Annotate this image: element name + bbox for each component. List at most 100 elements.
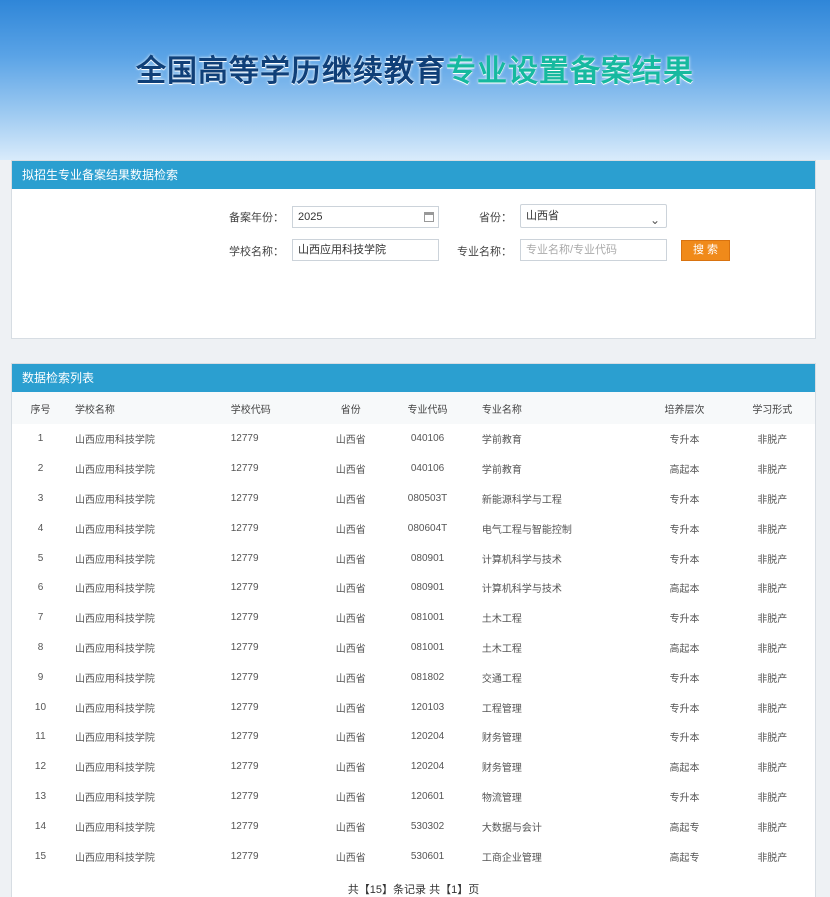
calendar-icon[interactable] bbox=[424, 212, 434, 222]
province-value: 山西省 bbox=[526, 210, 559, 222]
major-name-cell: 学前教育 bbox=[481, 435, 522, 447]
table-row: 2 山西应用科技学院 12779 山西省 040106 学前教育 高起本 非脱产 bbox=[12, 454, 815, 484]
school-code-cell: 12779 bbox=[230, 641, 259, 653]
major-code-cell: 040106 bbox=[410, 433, 445, 445]
hero-banner: 全国高等学历继续教育专业设置备案结果 bbox=[0, 0, 830, 160]
table-row: 15 山西应用科技学院 12779 山西省 530601 工商企业管理 高起专 非脱产 bbox=[12, 841, 815, 871]
column-header: 学校名称 bbox=[74, 404, 115, 416]
province-cell: 山西省 bbox=[335, 524, 366, 536]
school-name-cell: 山西应用科技学院 bbox=[74, 614, 155, 626]
school-name-cell: 山西应用科技学院 bbox=[74, 494, 155, 506]
major-placeholder: 专业名称/专业代码 bbox=[526, 244, 618, 256]
chevron-down-icon: ⌄ bbox=[649, 213, 660, 227]
study-mode-cell: 非脱产 bbox=[757, 643, 788, 655]
school-code-cell: 12779 bbox=[230, 582, 259, 594]
major-name-cell: 计算机科学与技术 bbox=[481, 584, 562, 596]
level-cell: 高起本 bbox=[669, 465, 700, 477]
major-name-cell: 财务管理 bbox=[481, 733, 522, 745]
row-index: 6 bbox=[37, 582, 44, 594]
table-row: 7 山西应用科技学院 12779 山西省 081001 土木工程 专升本 非脱产 bbox=[12, 603, 815, 633]
study-mode-cell: 非脱产 bbox=[757, 435, 788, 447]
province-cell: 山西省 bbox=[335, 435, 366, 447]
level-cell: 专升本 bbox=[669, 703, 700, 715]
school-name-cell: 山西应用科技学院 bbox=[74, 673, 155, 685]
table-row: 5 山西应用科技学院 12779 山西省 080901 计算机科学与技术 专升本 非脱产 bbox=[12, 543, 815, 573]
school-code-cell: 12779 bbox=[230, 433, 259, 445]
column-header: 学习形式 bbox=[752, 404, 793, 416]
row-index: 8 bbox=[37, 641, 44, 653]
search-panel-header: 拟招生专业备案结果数据检索 bbox=[12, 161, 815, 189]
level-cell: 专升本 bbox=[669, 614, 700, 626]
table-row: 12 山西应用科技学院 12779 山西省 120204 财务管理 高起本 非脱产 bbox=[12, 752, 815, 782]
school-name-cell: 山西应用科技学院 bbox=[74, 703, 155, 715]
province-select[interactable]: 山西省 ⌄ bbox=[520, 204, 667, 228]
table-body: 1 山西应用科技学院 12779 山西省 040106 学前教育 专升本 非脱产 2 山西应用科技… bbox=[12, 424, 815, 871]
school-code-cell: 12779 bbox=[230, 492, 259, 504]
major-name-cell: 交通工程 bbox=[481, 673, 522, 685]
school-name-cell: 山西应用科技学院 bbox=[74, 584, 155, 596]
school-name-cell: 山西应用科技学院 bbox=[74, 763, 155, 775]
table-row: 8 山西应用科技学院 12779 山西省 081001 土木工程 高起本 非脱产 bbox=[12, 633, 815, 663]
level-cell: 高起本 bbox=[669, 584, 700, 596]
level-cell: 专升本 bbox=[669, 673, 700, 685]
level-cell: 专升本 bbox=[669, 733, 700, 745]
school-code-cell: 12779 bbox=[230, 552, 259, 564]
table-row: 10 山西应用科技学院 12779 山西省 120103 工程管理 专升本 非脱产 bbox=[12, 692, 815, 722]
province-cell: 山西省 bbox=[335, 643, 366, 655]
table-row: 4 山西应用科技学院 12779 山西省 080604T 电气工程与智能控制 专升本 非脱产 bbox=[12, 513, 815, 543]
study-mode-cell: 非脱产 bbox=[757, 465, 788, 477]
major-name-cell: 新能源科学与工程 bbox=[481, 494, 562, 506]
year-field[interactable]: 2025 bbox=[292, 206, 439, 228]
school-code-cell: 12779 bbox=[230, 790, 259, 802]
school-code-cell: 12779 bbox=[230, 850, 259, 862]
school-code-cell: 12779 bbox=[230, 522, 259, 534]
column-header: 培养层次 bbox=[664, 404, 705, 416]
level-cell: 专升本 bbox=[669, 435, 700, 447]
level-cell: 高起专 bbox=[669, 852, 700, 864]
major-code-cell: 040106 bbox=[410, 463, 445, 475]
table-row: 3 山西应用科技学院 12779 山西省 080503T 新能源科学与工程 专升本 非脱产 bbox=[12, 484, 815, 514]
school-label: 学校名称： bbox=[229, 246, 284, 258]
major-name-cell: 工商企业管理 bbox=[481, 852, 542, 864]
column-header: 专业名称 bbox=[481, 404, 522, 416]
row-index: 10 bbox=[34, 701, 47, 713]
major-code-cell: 081802 bbox=[410, 671, 445, 683]
major-code-cell: 120601 bbox=[410, 790, 445, 802]
school-name-cell: 山西应用科技学院 bbox=[74, 792, 155, 804]
province-label: 省份： bbox=[479, 212, 512, 224]
major-code-cell: 120103 bbox=[410, 701, 445, 713]
major-code-cell: 080604T bbox=[407, 522, 448, 534]
level-cell: 专升本 bbox=[669, 554, 700, 566]
major-code-cell: 120204 bbox=[410, 761, 445, 773]
search-button[interactable]: 搜 索 bbox=[681, 240, 730, 261]
province-cell: 山西省 bbox=[335, 792, 366, 804]
school-code-cell: 12779 bbox=[230, 701, 259, 713]
school-value: 山西应用科技学院 bbox=[298, 244, 386, 256]
level-cell: 专升本 bbox=[669, 792, 700, 804]
table-row: 1 山西应用科技学院 12779 山西省 040106 学前教育 专升本 非脱产 bbox=[12, 424, 815, 454]
table-row: 11 山西应用科技学院 12779 山西省 120204 财务管理 专升本 非脱产 bbox=[12, 722, 815, 752]
row-index: 11 bbox=[35, 731, 46, 743]
column-header: 序号 bbox=[30, 404, 51, 416]
study-mode-cell: 非脱产 bbox=[757, 554, 788, 566]
result-list-panel: 数据检索列表 序号 学校名称 学校代码 省份 专业代码 专业名称 培养层次 学习… bbox=[11, 363, 816, 897]
column-header: 专业代码 bbox=[407, 404, 448, 416]
row-index: 1 bbox=[37, 433, 44, 445]
province-cell: 山西省 bbox=[335, 614, 366, 626]
province-cell: 山西省 bbox=[335, 733, 366, 745]
table-header-row: 序号 学校名称 学校代码 省份 专业代码 专业名称 培养层次 学习形式 bbox=[12, 392, 815, 424]
page-title-part2: 专业设置备案结果 bbox=[446, 54, 694, 89]
school-input[interactable]: 山西应用科技学院 bbox=[292, 239, 439, 261]
major-code-cell: 080901 bbox=[410, 552, 445, 564]
province-cell: 山西省 bbox=[335, 763, 366, 775]
pagination-summary: 共【15】条记录 共【1】页 bbox=[347, 884, 480, 896]
study-mode-cell: 非脱产 bbox=[757, 852, 788, 864]
page-title: 全国高等学历继续教育专业设置备案结果 bbox=[0, 46, 830, 90]
major-name-cell: 土木工程 bbox=[481, 614, 522, 626]
table-row: 13 山西应用科技学院 12779 山西省 120601 物流管理 专升本 非脱产 bbox=[12, 782, 815, 812]
school-name-cell: 山西应用科技学院 bbox=[74, 733, 155, 745]
row-index: 2 bbox=[37, 463, 44, 475]
major-input[interactable]: 专业名称/专业代码 bbox=[520, 239, 667, 261]
page-title-part1: 全国高等学历继续教育 bbox=[136, 54, 446, 89]
study-mode-cell: 非脱产 bbox=[757, 524, 788, 536]
